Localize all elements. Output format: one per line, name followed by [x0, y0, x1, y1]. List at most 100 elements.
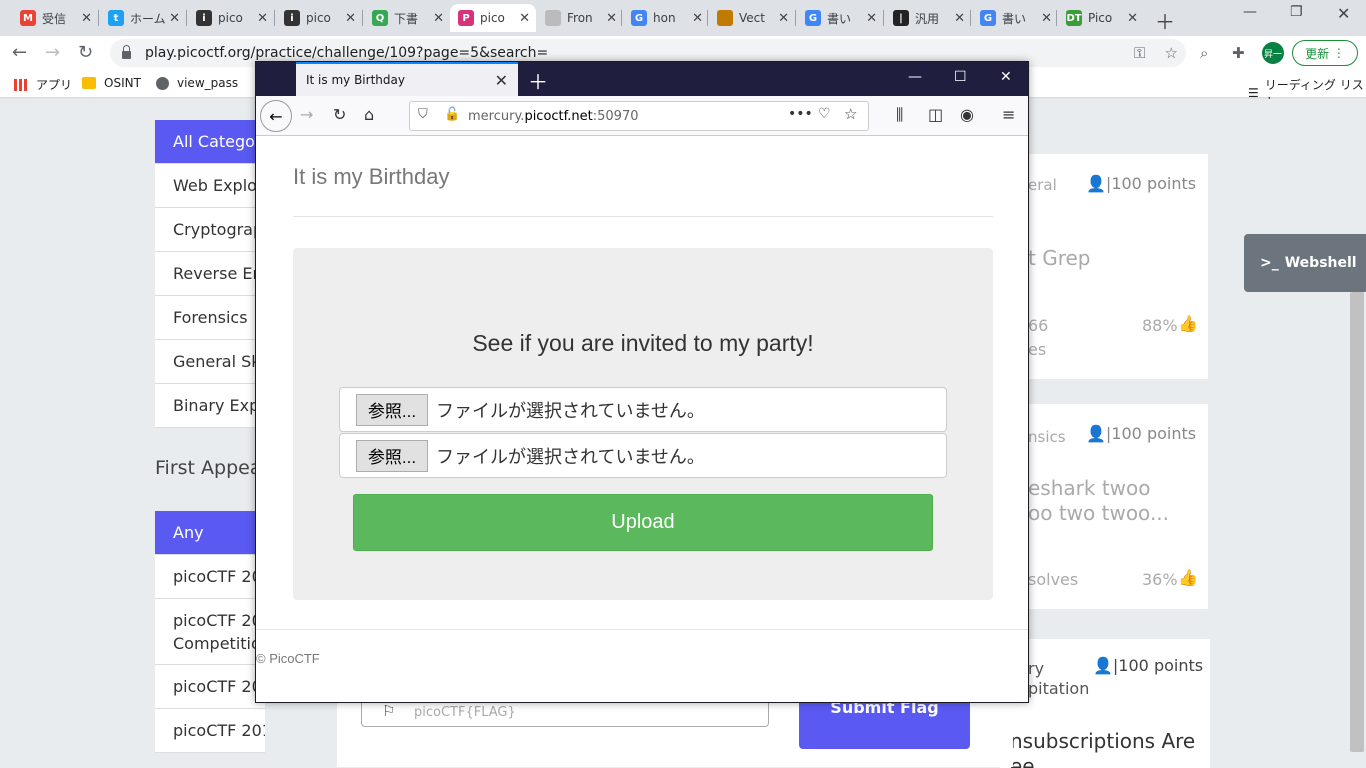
category-filter-item[interactable]: Forensics: [155, 296, 265, 340]
browse-button[interactable]: 参照...: [356, 393, 428, 426]
minimize-button[interactable]: —: [1243, 4, 1257, 20]
file-input-1[interactable]: 参照... ファイルが選択されていません。: [339, 387, 947, 432]
category-filter-item[interactable]: All Categor: [155, 120, 265, 164]
flag-placeholder: picoCTF{FLAG}: [414, 704, 516, 720]
browser-tab[interactable]: Fron ✕: [537, 4, 623, 32]
year-filter-item[interactable]: picoCTF 20: [155, 555, 265, 599]
close-tab-icon[interactable]: ✕: [954, 11, 965, 26]
browser-tab[interactable]: Ghon ✕: [623, 4, 709, 32]
year-filter-item[interactable]: picoCTF 2018: [155, 709, 265, 753]
extensions-icon[interactable]: ✚: [1232, 44, 1245, 62]
close-tab-icon[interactable]: ✕: [778, 11, 789, 26]
divider: [293, 216, 993, 217]
close-tab-icon[interactable]: ✕: [1041, 11, 1052, 26]
avatar[interactable]: 昇一: [1262, 42, 1284, 64]
bookmark-apps[interactable]: アプリ: [14, 76, 72, 93]
card-category: nsics: [1028, 428, 1066, 446]
address-bar[interactable]: ⛉ 🔓 mercury. picoctf.net:50970 ••• ♡ ☆: [409, 101, 869, 131]
browser-tab[interactable]: t ホーム ✕: [100, 4, 186, 32]
tab-favicon-icon: i: [284, 10, 300, 26]
file-input-2[interactable]: 参照... ファイルが選択されていません。: [339, 433, 947, 478]
close-tab-icon[interactable]: ✕: [81, 11, 92, 26]
close-tab-icon[interactable]: ✕: [257, 11, 268, 26]
close-tab-icon[interactable]: ✕: [866, 11, 877, 26]
close-tab-icon[interactable]: ✕: [345, 11, 356, 26]
close-tab-icon[interactable]: ✕: [519, 11, 530, 26]
reload-icon[interactable]: ↻: [78, 42, 93, 63]
bookmark-label: OSINT: [104, 76, 141, 90]
browser-tab[interactable]: Q 下書 ✕: [364, 4, 450, 32]
new-tab-button[interactable]: ＋: [1155, 6, 1175, 35]
year-label: picoCTF 20: [173, 611, 262, 630]
back-icon[interactable]: ←: [260, 100, 292, 132]
tab-label: Pico: [1088, 11, 1113, 25]
update-button[interactable]: 更新 ⋮: [1292, 40, 1358, 66]
browse-button[interactable]: 参照...: [356, 439, 428, 472]
insecure-lock-icon: 🔓: [444, 107, 461, 122]
minimize-button[interactable]: —: [908, 69, 922, 85]
browser-tab[interactable]: G 書い ✕: [972, 4, 1058, 32]
firefox-titlebar: It is my Birthday ✕ ＋ — ☐ ✕: [256, 62, 1028, 96]
key-icon[interactable]: ⚿: [1134, 44, 1145, 62]
star-icon[interactable]: ☆: [1165, 44, 1178, 62]
browser-tab[interactable]: i pico ✕: [276, 4, 362, 32]
category-filter-item[interactable]: General Sk: [155, 340, 265, 384]
category-filter-item[interactable]: Reverse En: [155, 252, 265, 296]
file-status: ファイルが選択されていません。: [436, 446, 705, 467]
close-window-button[interactable]: ✕: [1000, 69, 1012, 85]
year-filter-item[interactable]: picoCTF 20: [155, 665, 265, 709]
challenge-card[interactable]: eral 👤|100 points t Grep 66 es 88% 👍: [1000, 154, 1208, 379]
reload-icon[interactable]: ↻: [333, 105, 346, 124]
maximize-button[interactable]: ☐: [954, 69, 967, 85]
back-icon[interactable]: ←: [12, 42, 27, 63]
browser-tab[interactable]: G 書い ✕: [797, 4, 883, 32]
more-icon[interactable]: •••: [788, 106, 813, 122]
tab-separator: [98, 10, 99, 26]
browser-tab[interactable]: M 受信 ✕: [12, 4, 98, 32]
url-domain: picoctf.net: [524, 108, 593, 124]
upload-button[interactable]: Upload: [353, 494, 933, 551]
close-window-button[interactable]: ✕: [1337, 4, 1350, 23]
account-icon[interactable]: ◉: [960, 105, 974, 124]
forward-icon[interactable]: →: [45, 42, 60, 63]
page-scrollbar[interactable]: [1350, 292, 1364, 752]
category-filter-item[interactable]: Cryptograp: [155, 208, 265, 252]
category-filter-item[interactable]: Binary Expl: [155, 384, 265, 428]
divider: [256, 629, 1028, 630]
browser-tab[interactable]: i pico ✕: [188, 4, 274, 32]
close-tab-icon[interactable]: ✕: [692, 11, 703, 26]
challenge-card[interactable]: nsics 👤|100 points eshark twoo oo two tw…: [1000, 404, 1208, 609]
webshell-button[interactable]: >_ Webshell: [1244, 234, 1366, 292]
card-points-text: |100 points: [1112, 656, 1204, 675]
bookmark-view-pass[interactable]: view_pass: [156, 76, 238, 90]
restore-button[interactable]: ❐: [1290, 4, 1303, 20]
year-filter-item[interactable]: picoCTF 20 Competitio: [155, 599, 265, 665]
browser-tab[interactable]: Vect ✕: [709, 4, 795, 32]
new-tab-button[interactable]: ＋: [528, 66, 548, 95]
library-icon[interactable]: ⫼: [896, 105, 903, 125]
home-icon[interactable]: ⌂: [364, 105, 374, 124]
challenge-card[interactable]: ry pitation 👤|100 points nsubscriptions …: [1000, 639, 1210, 768]
category-filter-item[interactable]: Web Exploi: [155, 164, 265, 208]
close-tab-icon[interactable]: ✕: [1127, 11, 1138, 26]
browser-tab[interactable]: DT Pico ✕: [1058, 4, 1144, 32]
year-label: picoCTF 20: [173, 567, 262, 586]
close-tab-icon[interactable]: ✕: [433, 11, 444, 26]
close-tab-icon[interactable]: ✕: [169, 11, 180, 26]
tab-favicon-icon: [717, 10, 733, 26]
sidebar-icon[interactable]: ◫: [928, 105, 943, 124]
close-tab-icon[interactable]: ✕: [495, 71, 508, 90]
browser-tab[interactable]: | 汎用 ✕: [885, 4, 971, 32]
year-filter-item[interactable]: Any: [155, 511, 265, 555]
bookmark-star-icon[interactable]: ☆: [844, 105, 857, 123]
browser-tab[interactable]: Ppico ✕: [450, 4, 536, 32]
firefox-tab[interactable]: It is my Birthday ✕: [296, 62, 518, 96]
menu-icon[interactable]: ≡: [1002, 105, 1015, 124]
tab-label: hon: [653, 11, 676, 25]
bookmark-osint[interactable]: OSINT: [82, 76, 141, 90]
close-tab-icon[interactable]: ✕: [606, 11, 617, 26]
forward-icon[interactable]: →: [300, 105, 313, 124]
card-title: eshark twoo: [1028, 476, 1151, 500]
pocket-icon[interactable]: ♡: [818, 106, 831, 122]
search-icon[interactable]: ⌕: [1200, 44, 1208, 62]
